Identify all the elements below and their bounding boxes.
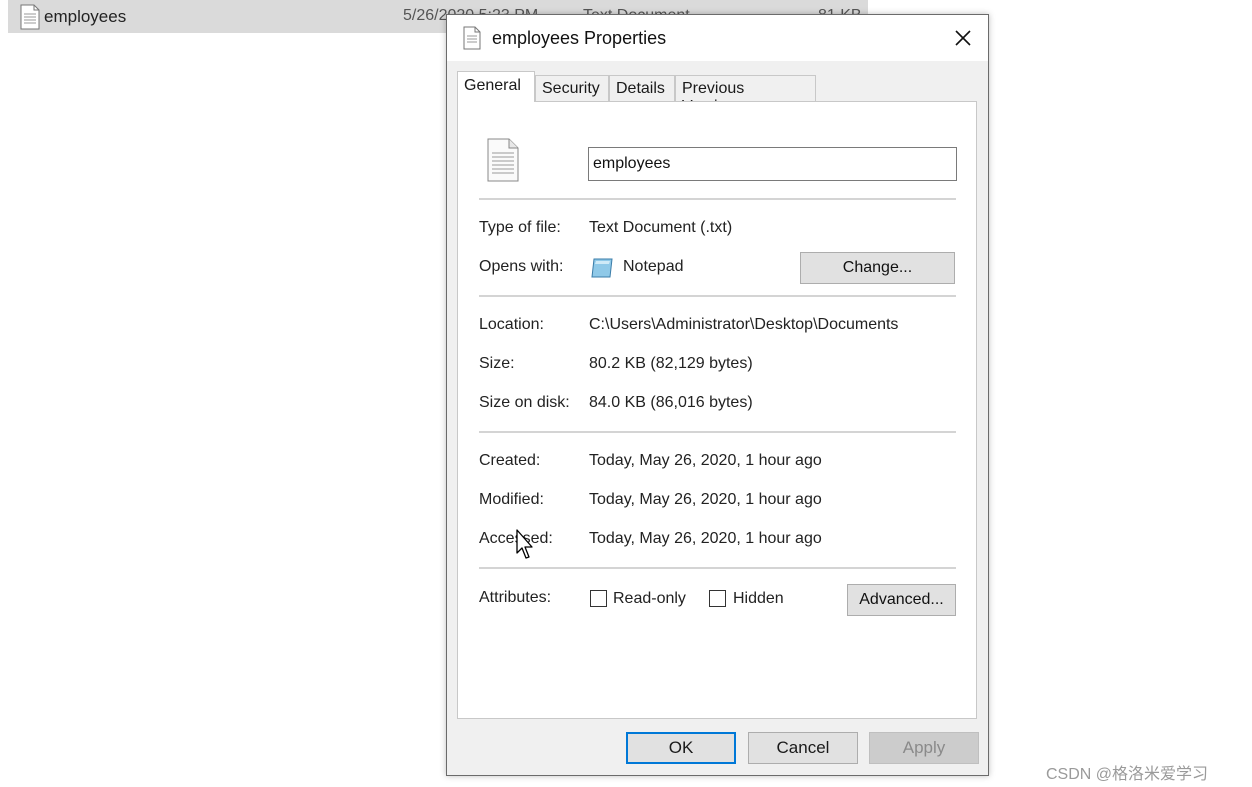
- hidden-checkbox[interactable]: [709, 590, 726, 607]
- text-file-icon: [462, 26, 482, 50]
- properties-dialog: employees Properties General Security De…: [446, 14, 989, 776]
- separator: [479, 198, 956, 200]
- type-of-file-value: Text Document (.txt): [589, 219, 733, 236]
- opens-with-value: Notepad: [623, 258, 684, 275]
- cancel-button[interactable]: Cancel: [748, 732, 858, 764]
- hidden-label: Hidden: [733, 590, 784, 607]
- location-value: C:\Users\Administrator\Desktop\Documents: [589, 316, 899, 333]
- advanced-button[interactable]: Advanced...: [847, 584, 956, 616]
- text-file-icon: [486, 138, 520, 182]
- modified-value: Today, May 26, 2020, 1 hour ago: [589, 491, 822, 508]
- file-name: employees: [44, 7, 127, 26]
- general-panel: Type of file: Text Document (.txt) Opens…: [457, 101, 977, 719]
- watermark: CSDN @格洛米爱学习: [1046, 766, 1209, 783]
- modified-label: Modified:: [479, 491, 544, 508]
- readonly-checkbox[interactable]: [590, 590, 607, 607]
- size-label: Size:: [479, 355, 515, 372]
- dialog-title: employees Properties: [492, 28, 667, 48]
- ok-button[interactable]: OK: [626, 732, 736, 764]
- tab-details[interactable]: Details: [609, 75, 675, 101]
- size-on-disk-label: Size on disk:: [479, 394, 570, 411]
- size-value: 80.2 KB (82,129 bytes): [589, 355, 753, 372]
- filename-input[interactable]: [588, 147, 957, 181]
- notepad-icon: [590, 256, 614, 280]
- mouse-cursor-icon: [516, 529, 536, 561]
- readonly-label: Read-only: [613, 590, 686, 607]
- text-file-icon: [18, 4, 42, 30]
- type-of-file-label: Type of file:: [479, 219, 561, 236]
- accessed-value: Today, May 26, 2020, 1 hour ago: [589, 530, 822, 547]
- separator: [479, 567, 956, 569]
- separator: [479, 431, 956, 433]
- separator: [479, 295, 956, 297]
- created-value: Today, May 26, 2020, 1 hour ago: [589, 452, 822, 469]
- attributes-label: Attributes:: [479, 589, 552, 606]
- close-button[interactable]: [948, 23, 978, 53]
- tab-security[interactable]: Security: [535, 75, 609, 101]
- opens-with-label: Opens with:: [479, 258, 564, 275]
- tab-general[interactable]: General: [457, 71, 535, 102]
- size-on-disk-value: 84.0 KB (86,016 bytes): [589, 394, 753, 411]
- apply-button[interactable]: Apply: [869, 732, 979, 764]
- tab-previous-versions[interactable]: Previous Versions: [675, 75, 816, 115]
- close-icon: [955, 30, 971, 46]
- title-bar[interactable]: employees Properties: [447, 15, 988, 61]
- change-button[interactable]: Change...: [800, 252, 955, 284]
- location-label: Location:: [479, 316, 544, 333]
- created-label: Created:: [479, 452, 541, 469]
